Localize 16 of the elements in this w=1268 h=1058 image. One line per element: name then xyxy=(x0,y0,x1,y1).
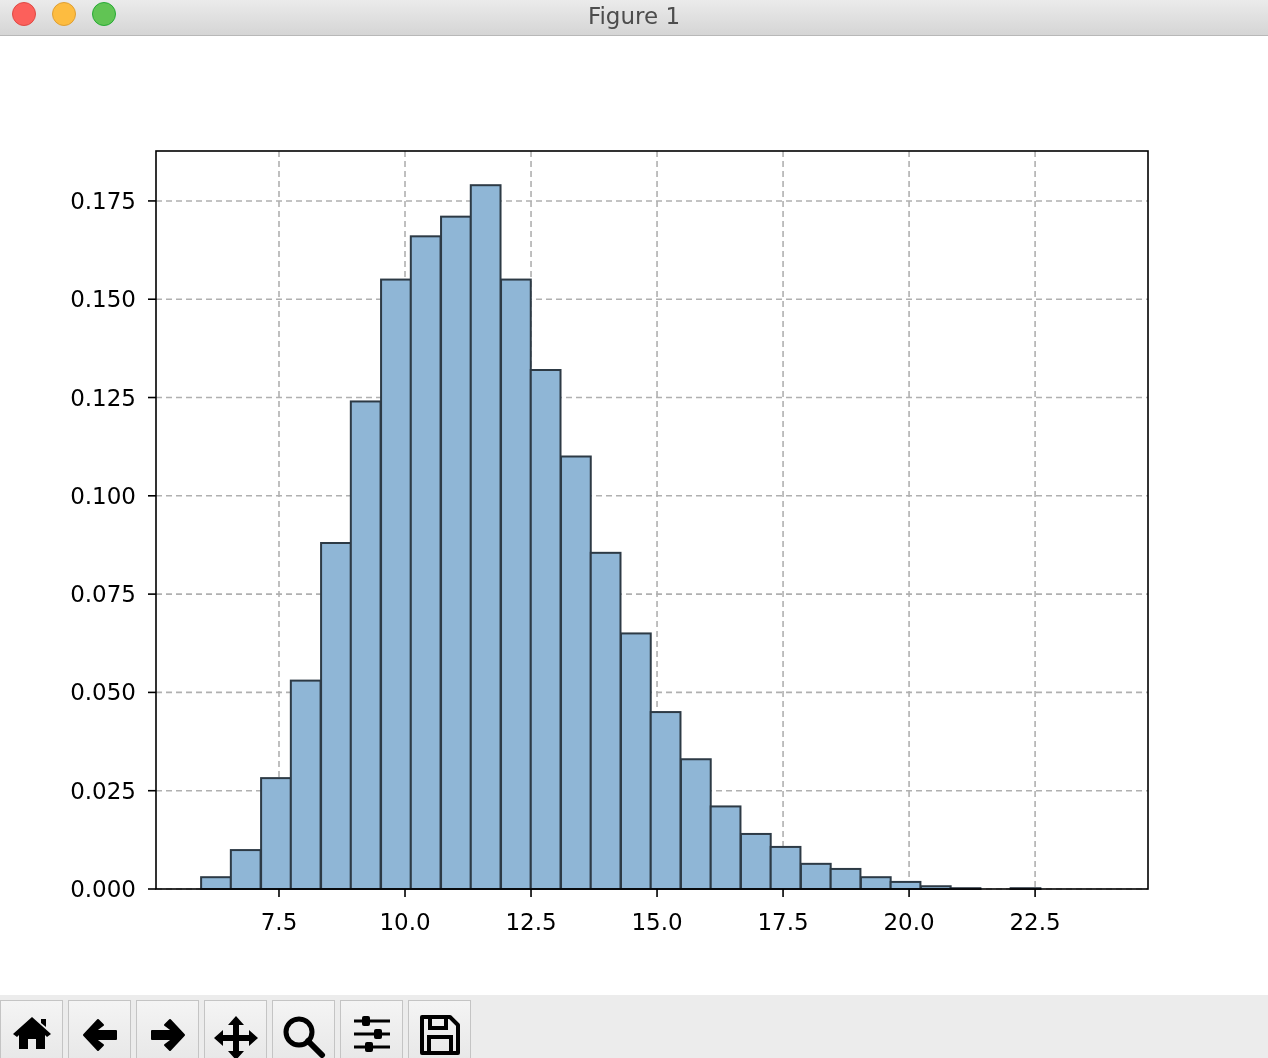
tick-label: 12.5 xyxy=(505,909,557,935)
tick-label: 0.075 xyxy=(70,581,136,608)
tick-label: 0.000 xyxy=(70,876,136,902)
tick-label: 7.5 xyxy=(260,909,298,935)
tick-label: 0.175 xyxy=(70,187,136,214)
tick-label: 0.100 xyxy=(70,482,136,509)
tick-label: 10.0 xyxy=(379,909,431,935)
tick-label: 0.125 xyxy=(70,384,136,411)
tick-label: 0.150 xyxy=(70,286,136,313)
tick-label: 0.025 xyxy=(70,777,136,804)
window-title: Figure 1 xyxy=(587,2,681,29)
tick-label: 22.5 xyxy=(1009,909,1061,935)
tick-label: 17.5 xyxy=(757,909,809,935)
tick-label: 15.0 xyxy=(631,909,683,935)
tick-label: 0.050 xyxy=(70,679,136,706)
tick-label: 20.0 xyxy=(883,909,935,935)
